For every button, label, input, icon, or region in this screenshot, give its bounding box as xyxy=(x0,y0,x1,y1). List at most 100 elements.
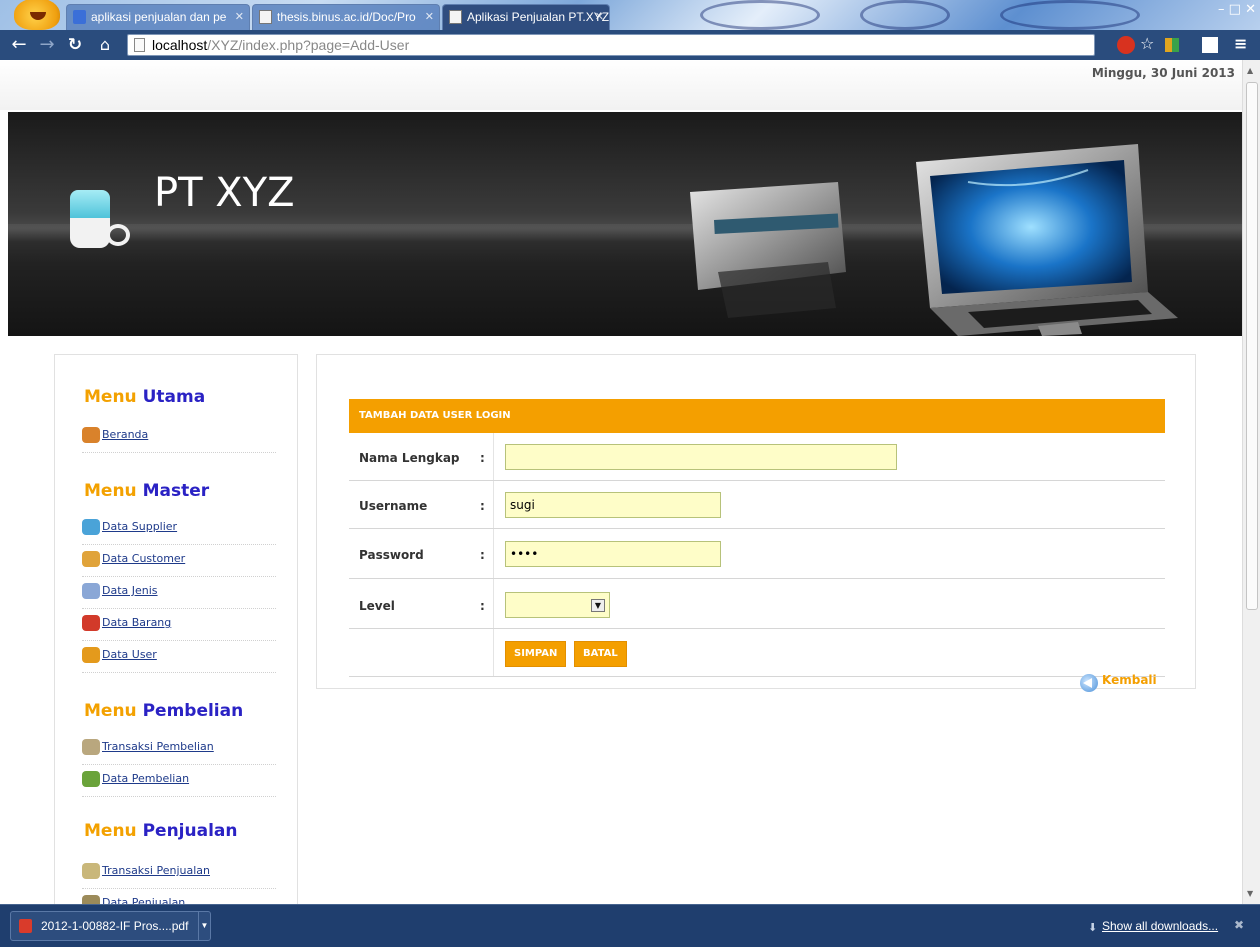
page-scrollbar[interactable]: ▲ ▼ xyxy=(1242,60,1260,904)
menu-heading-pembelian: Menu Pembelian xyxy=(84,701,243,721)
bookmark-star-icon[interactable]: ☆ xyxy=(1140,36,1158,54)
tab-aplikasi-penjualan[interactable]: Aplikasi Penjualan PT.XYZ ✕ xyxy=(442,4,610,30)
forward-arrow-icon[interactable]: → xyxy=(34,30,60,60)
chrome-menu-icon[interactable]: ≡ xyxy=(1234,36,1252,54)
sidebar-link[interactable]: Transaksi Pembelian xyxy=(102,740,214,753)
heading-word: Master xyxy=(142,481,210,501)
heading-word: Pembelian xyxy=(142,701,244,721)
sidebar-item-data-jenis[interactable]: Data Jenis xyxy=(82,579,276,609)
nama-lengkap-input[interactable] xyxy=(505,444,897,470)
supplier-icon xyxy=(82,519,100,535)
menu-heading-penjualan: Menu Penjualan xyxy=(84,821,237,841)
sidebar-item-data-barang[interactable]: Data Barang xyxy=(82,611,276,641)
heading-word: Menu xyxy=(84,481,137,501)
button-row: SIMPAN BATAL xyxy=(349,629,1165,677)
scrollbar-thumb[interactable] xyxy=(1246,82,1258,610)
url-host: localhost xyxy=(152,37,208,53)
home-button-icon[interactable]: ⌂ xyxy=(92,30,118,60)
back-arrow-icon[interactable]: ← xyxy=(6,30,32,60)
sidebar-link[interactable]: Data Penjualan xyxy=(102,896,185,904)
sidebar-link[interactable]: Data Supplier xyxy=(102,520,177,533)
back-arrow-icon xyxy=(1080,674,1098,692)
current-date: Minggu, 30 Juni 2013 xyxy=(1091,66,1235,80)
heading-word: Utama xyxy=(142,387,206,407)
page-info-icon[interactable] xyxy=(134,38,145,52)
category-icon xyxy=(82,583,100,599)
sidebar-item-data-user[interactable]: Data User xyxy=(82,643,276,673)
column-divider xyxy=(493,529,494,578)
adblock-icon[interactable] xyxy=(1117,36,1135,54)
maximize-icon[interactable]: □ xyxy=(1229,2,1241,17)
window-controls: – □ ✕ xyxy=(1202,2,1256,22)
sidebar-item-data-customer[interactable]: Data Customer xyxy=(82,547,276,577)
purchase-transaction-icon xyxy=(82,739,100,755)
sidebar-menu: Menu Utama Beranda Menu Master Data Supp… xyxy=(54,354,298,904)
extension-icon[interactable] xyxy=(1165,38,1179,52)
sidebar-item-data-penjualan[interactable]: Data Penjualan xyxy=(82,891,276,904)
scroll-up-icon[interactable]: ▲ xyxy=(1247,66,1253,75)
sidebar-item-data-pembelian[interactable]: Data Pembelian xyxy=(82,767,276,797)
field-colon: : xyxy=(480,548,485,562)
download-item[interactable]: 2012-1-00882-IF Pros....pdf ▼ xyxy=(10,911,211,941)
profile-avatar-icon[interactable] xyxy=(14,0,60,30)
tab-strip: aplikasi penjualan dan pe ✕ thesis.binus… xyxy=(0,0,1260,30)
password-input[interactable] xyxy=(505,541,721,567)
sidebar-item-beranda[interactable]: Beranda xyxy=(82,423,276,453)
site-banner: PT XYZ xyxy=(8,112,1242,336)
chevron-down-icon[interactable]: ▼ xyxy=(591,599,605,612)
simpan-button[interactable]: SIMPAN xyxy=(505,641,567,667)
tab-title: aplikasi penjualan dan pe xyxy=(91,10,227,24)
level-select[interactable]: ▼ xyxy=(505,592,610,618)
theme-decoration xyxy=(1000,0,1140,30)
add-user-panel: TAMBAH DATA USER LOGIN Nama Lengkap : Us… xyxy=(316,354,1196,692)
username-input[interactable] xyxy=(505,492,721,518)
sidebar-link[interactable]: Data User xyxy=(102,648,157,661)
page-header: Minggu, 30 Juni 2013 xyxy=(0,60,1242,110)
address-bar[interactable]: localhost/XYZ/index.php?page=Add-User xyxy=(127,34,1095,56)
users-icon xyxy=(82,647,100,663)
sales-transaction-icon xyxy=(82,863,100,879)
page-icon xyxy=(259,10,272,24)
chevron-down-icon[interactable]: ▼ xyxy=(198,912,210,940)
tab-google-search[interactable]: aplikasi penjualan dan pe ✕ xyxy=(66,4,250,30)
close-window-icon[interactable]: ✕ xyxy=(1245,2,1256,17)
kembali-link[interactable]: Kembali xyxy=(1080,673,1157,693)
close-shelf-icon[interactable]: ✖ xyxy=(1234,918,1244,932)
logo-icon xyxy=(70,190,110,218)
logo-icon-base xyxy=(70,218,110,248)
batal-button[interactable]: BATAL xyxy=(574,641,627,667)
laptop-illustration xyxy=(690,144,1178,336)
scroll-down-icon[interactable]: ▼ xyxy=(1247,889,1253,898)
url-path: /XYZ/index.php?page=Add-User xyxy=(207,37,410,53)
close-tab-icon[interactable]: ✕ xyxy=(235,5,244,29)
customer-icon xyxy=(82,551,100,567)
brand-name: PT XYZ xyxy=(154,170,295,216)
heading-word: Penjualan xyxy=(142,821,238,841)
sidebar-link[interactable]: Data Barang xyxy=(102,616,171,629)
close-tab-icon[interactable]: ✕ xyxy=(425,5,434,29)
minimize-icon[interactable]: – xyxy=(1218,2,1225,17)
field-colon: : xyxy=(480,499,485,513)
sidebar-link[interactable]: Data Jenis xyxy=(102,584,158,597)
sidebar-item-transaksi-penjualan[interactable]: Transaksi Penjualan xyxy=(82,859,276,889)
logo-icon-ring xyxy=(106,224,130,246)
page-action-icon[interactable] xyxy=(1202,37,1218,53)
sidebar-link[interactable]: Data Customer xyxy=(102,552,185,565)
field-row-password: Password : xyxy=(349,529,1165,579)
show-all-downloads-link[interactable]: Show all downloads... xyxy=(1102,919,1218,933)
close-tab-icon[interactable]: ✕ xyxy=(595,5,604,29)
form-title: TAMBAH DATA USER LOGIN xyxy=(349,399,1165,433)
menu-heading-master: Menu Master xyxy=(84,481,209,501)
sidebar-link[interactable]: Data Pembelian xyxy=(102,772,189,785)
kembali-label: Kembali xyxy=(1102,673,1157,687)
google-icon xyxy=(73,10,86,24)
column-divider xyxy=(493,481,494,528)
sidebar-item-transaksi-pembelian[interactable]: Transaksi Pembelian xyxy=(82,735,276,765)
reload-icon[interactable]: ↻ xyxy=(62,30,88,60)
tab-thesis[interactable]: thesis.binus.ac.id/Doc/Pro ✕ xyxy=(252,4,440,30)
column-divider xyxy=(493,433,494,480)
theme-decoration xyxy=(860,0,950,30)
sidebar-item-data-supplier[interactable]: Data Supplier xyxy=(82,515,276,545)
sidebar-link[interactable]: Transaksi Penjualan xyxy=(102,864,210,877)
sidebar-link[interactable]: Beranda xyxy=(102,428,148,441)
